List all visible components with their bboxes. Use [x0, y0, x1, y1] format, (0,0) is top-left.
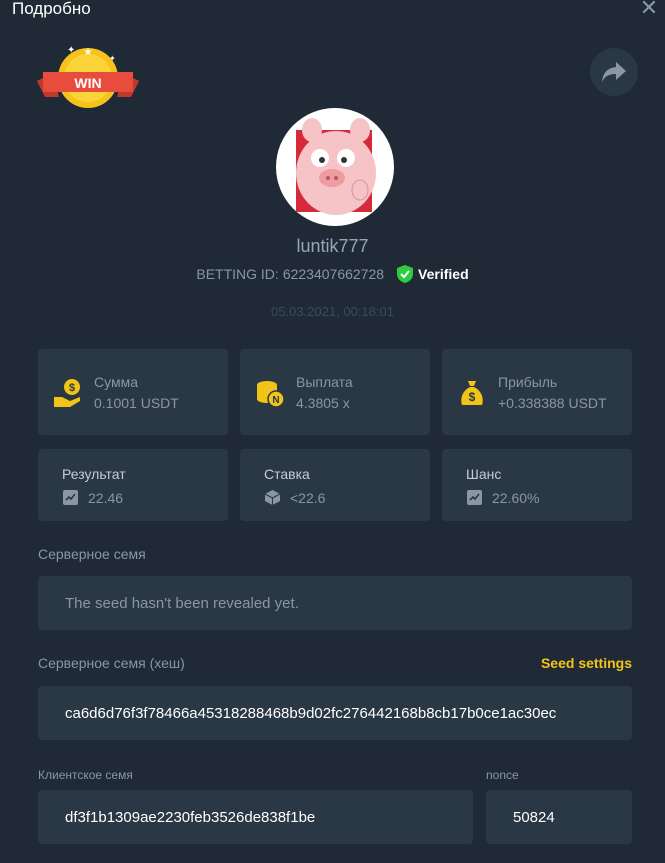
- bet-date: 05.03.2021, 00:18:01: [271, 304, 394, 319]
- server-seed-value: The seed hasn't been revealed yet.: [65, 595, 299, 612]
- verified-badge: Verified: [396, 264, 469, 284]
- server-seed-label: Серверное семя: [38, 546, 146, 562]
- shield-check-icon: [397, 265, 414, 283]
- seed-settings-link[interactable]: Seed settings: [541, 655, 632, 671]
- chance-value: 22.60%: [492, 490, 540, 506]
- svg-text:$: $: [469, 390, 476, 404]
- chance-card: Шанс 22.60%: [442, 449, 632, 521]
- money-bag-icon: $: [461, 381, 483, 405]
- chance-label: Шанс: [466, 466, 502, 482]
- nonce-label: nonce: [486, 768, 519, 782]
- client-seed-field[interactable]: df3f1b1309ae2230feb3526de838f1be: [38, 790, 473, 844]
- client-seed-label: Клиентское семя: [38, 768, 133, 782]
- stat-label: Выплата: [296, 374, 353, 390]
- coins-stack-icon: N: [257, 381, 285, 408]
- page-title: Подробно: [12, 0, 91, 18]
- stat-label: Сумма: [94, 374, 138, 390]
- stat-value: 0.1001 USDT: [94, 395, 179, 411]
- server-seed-hash-value: ca6d6d76f3f78466a45318288468b9d02fc27644…: [65, 705, 557, 722]
- result-value: 22.46: [88, 490, 124, 506]
- username: luntik777: [296, 236, 369, 256]
- betting-id-label: BETTING ID:: [196, 266, 279, 282]
- dice-icon: [264, 490, 281, 505]
- svg-text:N: N: [272, 395, 279, 406]
- stat-label: Прибыль: [498, 374, 558, 390]
- win-badge-label: WIN: [74, 75, 102, 91]
- money-hand-icon: $: [54, 379, 80, 407]
- bet-card: Ставка <22.6: [240, 449, 430, 521]
- stat-value: 4.3805 x: [296, 395, 350, 411]
- svg-text:✦: ✦: [67, 45, 75, 56]
- avatar: [276, 108, 394, 226]
- share-button[interactable]: [590, 48, 638, 96]
- betting-id-value: 6223407662728: [282, 266, 385, 282]
- stat-card-amount: $ Сумма 0.1001 USDT: [38, 349, 228, 435]
- nonce-field[interactable]: 50824: [486, 790, 632, 844]
- chance-icon: [467, 490, 482, 505]
- win-badge: ★ ✦ ✦ WIN: [37, 45, 139, 111]
- server-seed-hash-field[interactable]: ca6d6d76f3f78466a45318288468b9d02fc27644…: [38, 686, 632, 740]
- nonce-value: 50824: [513, 809, 555, 826]
- betting-id-row: BETTING ID: 6223407662728 Verified: [0, 264, 665, 284]
- stat-card-payout: N Выплата 4.3805 x: [240, 349, 430, 435]
- server-seed-hash-label: Серверное семя (хеш): [38, 655, 185, 671]
- share-icon: [602, 62, 626, 82]
- stat-card-profit: $ Прибыль +0.338388 USDT: [442, 349, 632, 435]
- bet-label: Ставка: [264, 466, 310, 482]
- svg-text:$: $: [69, 382, 75, 394]
- stat-value: +0.338388 USDT: [498, 395, 607, 411]
- verified-label: Verified: [418, 266, 469, 282]
- pig-avatar-image: [296, 118, 376, 215]
- client-seed-value: df3f1b1309ae2230feb3526de838f1be: [65, 809, 316, 826]
- server-seed-field[interactable]: The seed hasn't been revealed yet.: [38, 576, 632, 630]
- svg-text:★: ★: [84, 47, 93, 58]
- svg-text:✦: ✦: [109, 54, 116, 63]
- result-label: Результат: [62, 466, 126, 482]
- result-card: Результат 22.46: [38, 449, 228, 521]
- result-icon: [63, 490, 78, 505]
- close-icon[interactable]: ✕: [639, 0, 659, 19]
- bet-value: <22.6: [290, 490, 326, 506]
